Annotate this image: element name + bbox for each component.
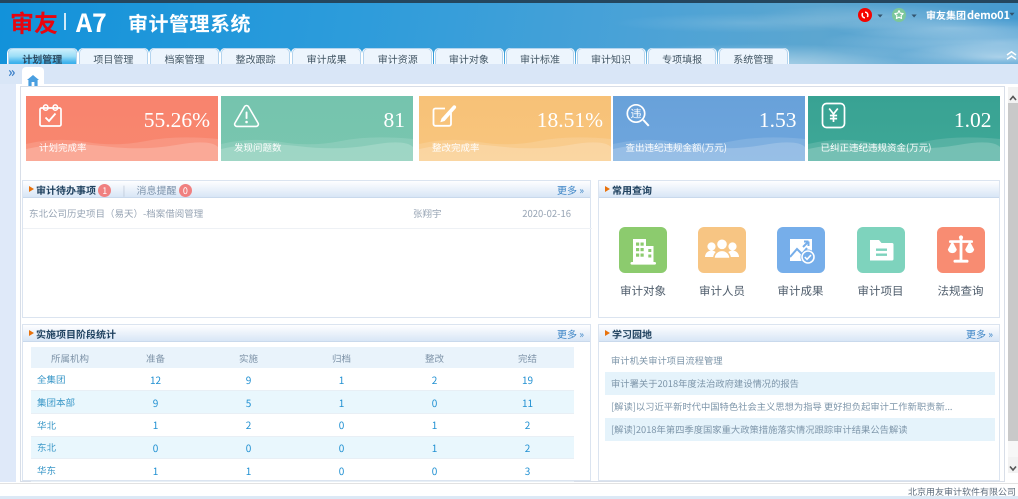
svg-text:违: 违 [630,106,641,122]
